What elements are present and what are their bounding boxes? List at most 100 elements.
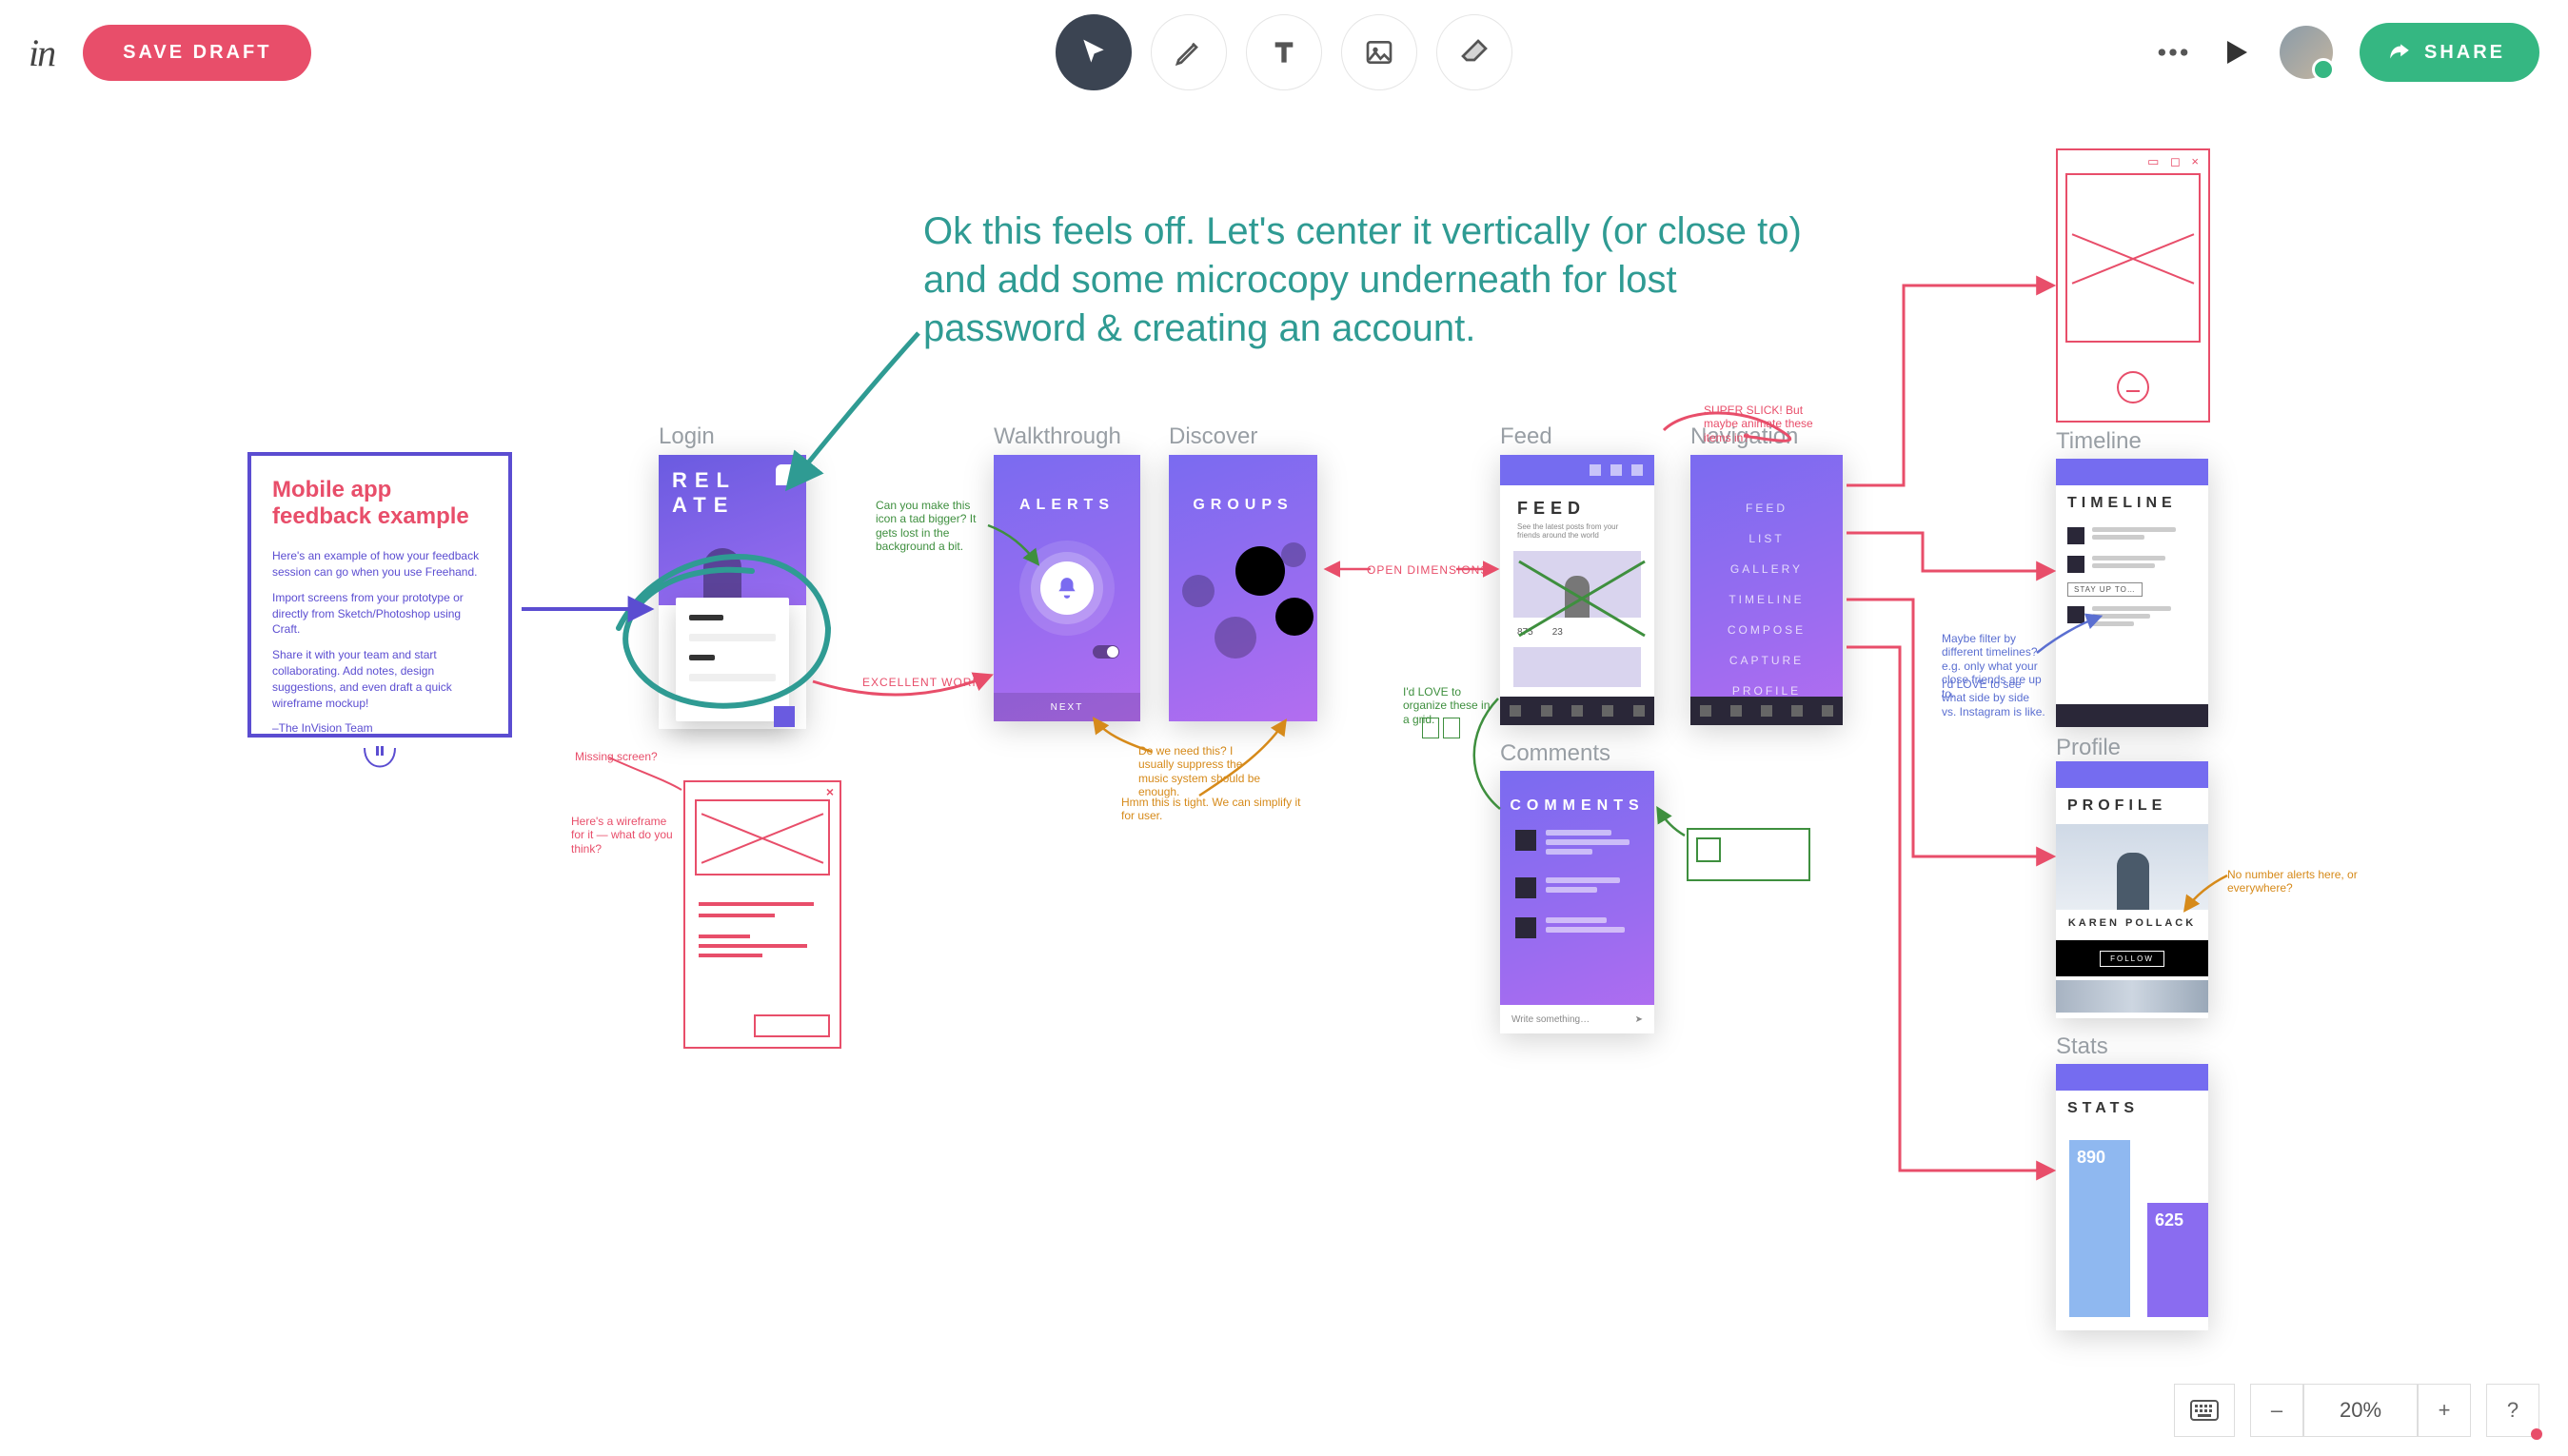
label-profile: Profile bbox=[2056, 735, 2121, 761]
label-feed: Feed bbox=[1500, 423, 1552, 450]
cursor-icon bbox=[1078, 37, 1109, 68]
sticky-note bbox=[1687, 828, 1810, 881]
image-icon bbox=[1364, 37, 1394, 68]
artboard-navigation[interactable]: FEED LIST GALLERY TIMELINE COMPOSE CAPTU… bbox=[1690, 455, 1843, 725]
label-walkthrough: Walkthrough bbox=[994, 423, 1121, 450]
artboard-feed[interactable]: FEED See the latest posts from your frie… bbox=[1500, 455, 1654, 725]
ann-do-we-need: Do we need this? I usually suppress the … bbox=[1138, 744, 1272, 799]
login-form-card bbox=[676, 598, 789, 721]
comments-title: COMMENTS bbox=[1500, 771, 1654, 815]
help-button[interactable]: ? bbox=[2486, 1384, 2539, 1437]
label-timeline: Timeline bbox=[2056, 428, 2142, 455]
nav-list: FEED LIST GALLERY TIMELINE COMPOSE CAPTU… bbox=[1690, 455, 1843, 737]
wireframe-top: ▭ ◻ × bbox=[2056, 148, 2210, 423]
artboard-profile[interactable]: PROFILE KAREN POLLACK FOLLOW bbox=[2056, 761, 2208, 1018]
ann-icon-bigger: Can you make this icon a tad bigger? It … bbox=[876, 499, 990, 554]
nav-item: FEED bbox=[1690, 493, 1843, 523]
close-icon: × bbox=[826, 784, 834, 799]
ann-missing: Missing screen? bbox=[575, 750, 658, 763]
intro-p2: Import screens from your prototype or di… bbox=[272, 590, 487, 638]
nav-item: TIMELINE bbox=[1690, 584, 1843, 615]
artboard-comments[interactable]: COMMENTS Write something…➤ bbox=[1500, 771, 1654, 1033]
profile-title: PROFILE bbox=[2056, 788, 2208, 824]
eraser-tool-button[interactable] bbox=[1436, 14, 1512, 90]
top-toolbar: in SAVE DRAFT SHARE bbox=[0, 0, 2568, 105]
bell-icon-ring bbox=[1040, 561, 1094, 615]
stats-title: STATS bbox=[2056, 1091, 2208, 1127]
intro-p3: Share it with your team and start collab… bbox=[272, 647, 487, 711]
freehand-canvas[interactable]: Mobile app feedback example Here's an ex… bbox=[0, 0, 2568, 1456]
timeline-chip: STAY UP TO… bbox=[2067, 582, 2143, 597]
invision-logo[interactable]: in bbox=[29, 30, 54, 75]
comments-input: Write something…➤ bbox=[1500, 1005, 1654, 1033]
toggle-switch bbox=[1093, 645, 1119, 659]
keyboard-icon bbox=[2190, 1400, 2219, 1421]
present-button[interactable] bbox=[2219, 35, 2253, 69]
label-comments: Comments bbox=[1500, 740, 1610, 767]
artboard-walkthrough[interactable]: ALERTS NEXT bbox=[994, 455, 1140, 721]
wireframe-missing-screen: × bbox=[683, 780, 841, 1049]
keyboard-shortcuts-button[interactable] bbox=[2174, 1384, 2235, 1437]
toolbar-left: in SAVE DRAFT bbox=[29, 25, 311, 81]
stats-bar-1: 890 bbox=[2069, 1140, 2130, 1317]
share-label: SHARE bbox=[2424, 42, 2505, 64]
nav-item: GALLERY bbox=[1690, 554, 1843, 584]
more-menu-button[interactable] bbox=[2154, 33, 2192, 71]
select-tool-button[interactable] bbox=[1056, 14, 1132, 90]
label-discover: Discover bbox=[1169, 423, 1257, 450]
toolbar-right: SHARE bbox=[2154, 23, 2539, 82]
comments-placeholder: Write something… bbox=[1511, 1014, 1590, 1025]
pencil-icon bbox=[1174, 37, 1204, 68]
tool-switcher bbox=[1056, 14, 1512, 90]
bell-icon bbox=[1055, 576, 1079, 600]
nav-item: COMPOSE bbox=[1690, 615, 1843, 645]
label-stats: Stats bbox=[2056, 1033, 2108, 1060]
text-tool-button[interactable] bbox=[1246, 14, 1322, 90]
intro-pause-icon bbox=[272, 746, 487, 774]
ann-excellent: EXCELLENT WORK bbox=[862, 676, 980, 689]
feed-sub: See the latest posts from your friends a… bbox=[1500, 522, 1654, 547]
zoom-out-button[interactable]: – bbox=[2250, 1384, 2303, 1437]
intro-body: Here's an example of how your feedback s… bbox=[272, 548, 487, 737]
annotation-main: Ok this feels off. Let's center it verti… bbox=[923, 207, 1847, 354]
artboard-login[interactable]: REL ATE bbox=[659, 455, 806, 729]
ann-missing-desc: Here's a wireframe for it — what do you … bbox=[571, 815, 676, 856]
text-icon bbox=[1269, 37, 1299, 68]
tabs-sketch-b bbox=[1443, 718, 1460, 738]
intro-card: Mobile app feedback example Here's an ex… bbox=[247, 452, 512, 738]
ann-alerts: No number alerts here, or everywhere? bbox=[2227, 868, 2370, 895]
ann-instagram: I'd LOVE to see what side by side vs. In… bbox=[1942, 678, 2046, 718]
share-button[interactable]: SHARE bbox=[2360, 23, 2539, 82]
user-avatar[interactable] bbox=[2280, 26, 2333, 79]
profile-name: KAREN POLLACK bbox=[2056, 910, 2208, 936]
walkthrough-next: NEXT bbox=[994, 693, 1140, 721]
zoom-in-button[interactable]: + bbox=[2418, 1384, 2471, 1437]
feed-stat: 23 bbox=[1552, 627, 1563, 638]
follow-button: FOLLOW bbox=[2100, 951, 2164, 967]
share-arrow-icon bbox=[2386, 40, 2411, 65]
artboard-discover[interactable]: GROUPS bbox=[1169, 455, 1317, 721]
feed-stat: 875 bbox=[1517, 627, 1533, 638]
nav-item: LIST bbox=[1690, 523, 1843, 554]
ann-simplify: Hmm this is tight. We can simplify it fo… bbox=[1121, 796, 1312, 823]
pencil-tool-button[interactable] bbox=[1151, 14, 1227, 90]
walkthrough-title: ALERTS bbox=[994, 455, 1140, 514]
artboard-stats[interactable]: STATS 890 625 bbox=[2056, 1064, 2208, 1330]
timeline-title: TIMELINE bbox=[2056, 485, 2208, 521]
artboard-timeline[interactable]: TIMELINE STAY UP TO… bbox=[2056, 459, 2208, 727]
save-draft-button[interactable]: SAVE DRAFT bbox=[83, 25, 311, 81]
ann-open-dimensions: OPEN DIMENSIONS bbox=[1367, 563, 1489, 577]
ann-nav: SUPER SLICK! But maybe animate these ite… bbox=[1704, 403, 1837, 444]
zoom-value[interactable]: 20% bbox=[2303, 1384, 2418, 1437]
intro-p1: Here's an example of how your feedback s… bbox=[272, 548, 487, 580]
speech-bubble-icon bbox=[776, 464, 797, 485]
window-controls-icon: ▭ ◻ × bbox=[2147, 154, 2203, 169]
tabs-sketch-a bbox=[1422, 718, 1439, 738]
stats-bar-2: 625 bbox=[2147, 1203, 2208, 1317]
more-horizontal-icon bbox=[2154, 33, 2192, 71]
intro-sign: –The InVision Team bbox=[272, 720, 487, 737]
nav-item: CAPTURE bbox=[1690, 645, 1843, 676]
play-icon bbox=[2219, 35, 2253, 69]
feed-title: FEED bbox=[1500, 485, 1654, 522]
image-tool-button[interactable] bbox=[1341, 14, 1417, 90]
